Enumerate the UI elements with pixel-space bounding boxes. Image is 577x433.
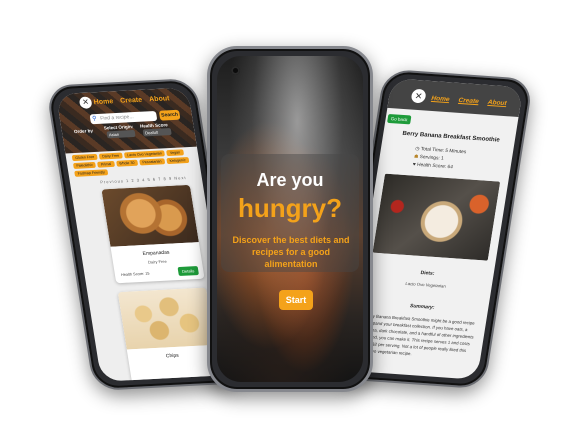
diet-tag[interactable]: Whole 30 xyxy=(115,159,138,167)
recipe-title: Chips xyxy=(165,352,180,360)
diet-tag[interactable]: Fodmap Friendly xyxy=(74,169,109,177)
diet-tags: Gluten Free Dairy Free Lacto Ovo Vegetar… xyxy=(71,149,197,177)
hero-description: Discover the best diets and recipes for … xyxy=(232,235,350,269)
start-button[interactable]: Start xyxy=(279,290,313,310)
left-nav: Home Create About xyxy=(93,95,170,106)
search-placeholder: Find a recipe... xyxy=(99,114,135,122)
center-phone: Are you hungry? Discover the best diets … xyxy=(207,46,373,392)
diet-tag[interactable]: Gluten Free xyxy=(71,153,98,162)
right-header: ✕ Home Create About xyxy=(387,78,524,118)
recipe-title: Berry Banana Breakfast Smoothie xyxy=(401,130,501,144)
hero-title-line1: Are you xyxy=(256,170,324,190)
logo-icon[interactable]: ✕ xyxy=(78,96,93,109)
hero-title-line2: hungry? xyxy=(238,193,342,223)
nav-create[interactable]: Create xyxy=(458,97,479,105)
nav-home[interactable]: Home xyxy=(431,95,450,103)
recipe-image xyxy=(101,184,199,247)
recipe-health: Health Score: 15 xyxy=(120,271,150,278)
search-input[interactable]: ⚲ Find a recipe... xyxy=(89,110,158,125)
recipe-image xyxy=(372,173,501,261)
camera-icon xyxy=(231,66,240,75)
diet-tag[interactable]: Paleolithic xyxy=(72,161,97,169)
summary-text: Berry Banana Breakfast Smoothie might be… xyxy=(358,313,476,357)
right-nav: Home Create About xyxy=(431,95,507,107)
nav-about[interactable]: About xyxy=(149,95,170,103)
diet-tag[interactable]: Dairy Free xyxy=(98,152,123,160)
nav-home[interactable]: Home xyxy=(93,98,114,106)
diet-tag[interactable]: Primal xyxy=(97,160,115,168)
logo-icon[interactable]: ✕ xyxy=(410,88,427,104)
recipe-image xyxy=(117,287,216,350)
recipe-card[interactable]: Empanadas Dairy Free Health Score: 15 De… xyxy=(101,184,205,284)
center-phone-screen: Are you hungry? Discover the best diets … xyxy=(217,56,363,382)
search-icon: ⚲ xyxy=(91,116,98,123)
recipe-info: ◷ Total Time: 5 Minutes ☗ Servings: 1 ♥ … xyxy=(412,146,467,173)
recipe-diet: Dairy Free xyxy=(147,258,168,265)
diet-tag[interactable]: Ketogenic xyxy=(166,157,190,165)
diet-tag[interactable]: Pescatarian xyxy=(138,158,166,166)
origin-select[interactable]: Asian xyxy=(106,129,136,139)
health-score: Health Score: 64 xyxy=(416,162,454,171)
pagination[interactable]: Previous 1 2 3 4 5 6 7 8 9 Next xyxy=(100,175,187,184)
left-header: ✕ Home Create About ⚲ Find a recipe... S… xyxy=(55,87,197,154)
diet-tag[interactable]: Lacto Ovo Vegetarian xyxy=(123,150,166,159)
search-button[interactable]: Search xyxy=(158,109,181,121)
servings: Servings: 1 xyxy=(419,155,445,162)
details-button[interactable]: Details xyxy=(177,266,200,277)
recipe-card[interactable]: Chips xyxy=(117,287,221,382)
nav-create[interactable]: Create xyxy=(120,97,143,105)
diet-tag[interactable]: Vegan xyxy=(166,149,184,157)
order-label: Order by xyxy=(73,128,94,135)
go-back-button[interactable]: Go back xyxy=(387,113,412,125)
diets-list: Lacto Ovo Vegetarian xyxy=(405,280,447,289)
health-select[interactable]: Deafult xyxy=(142,128,172,137)
nav-about[interactable]: About xyxy=(487,99,507,107)
